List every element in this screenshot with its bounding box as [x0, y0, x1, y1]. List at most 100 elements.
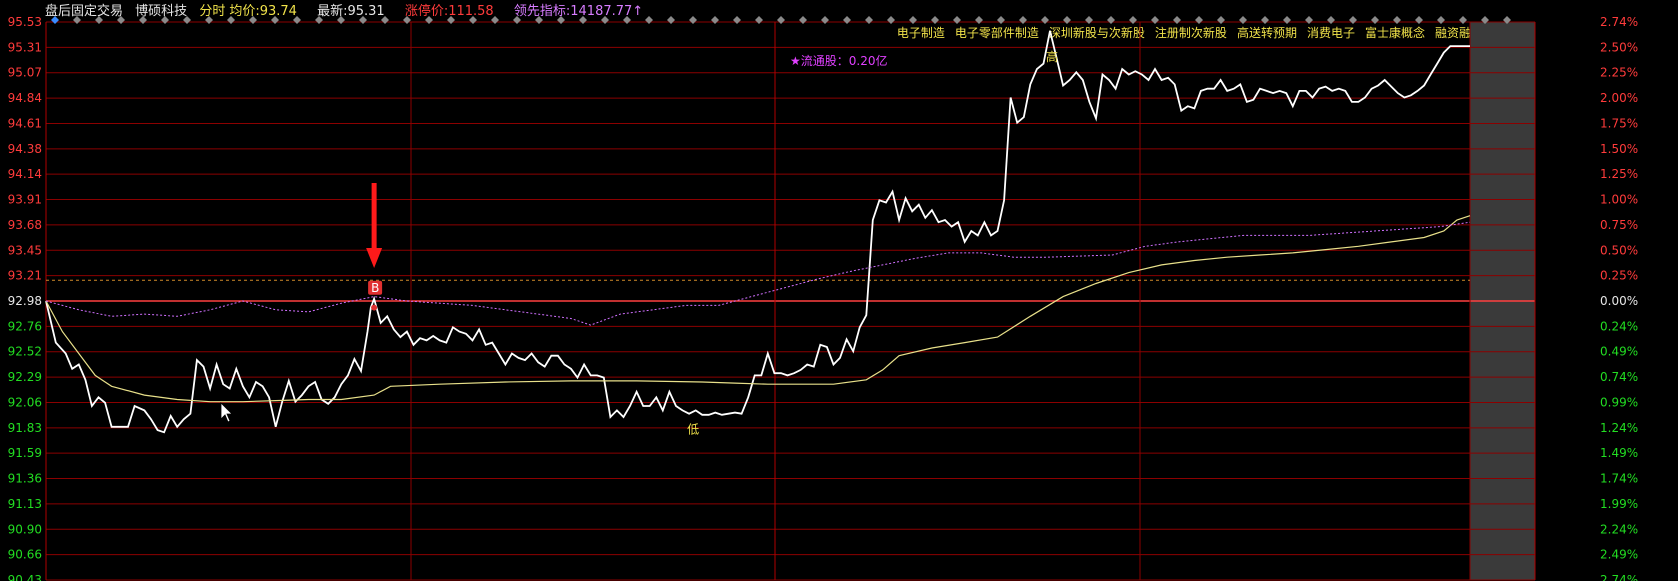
y-tick-left: 95.31 — [8, 40, 42, 54]
y-tick-left: 90.43 — [8, 573, 42, 581]
event-marker-icon — [1195, 16, 1203, 24]
event-marker-icon — [953, 16, 961, 24]
event-marker-icon — [1371, 16, 1379, 24]
event-marker-icon — [315, 16, 323, 24]
intraday-chart[interactable]: 95.53 2.74% 95.31 2.50% 95.07 2.25% 94.84 2.00%… — [0, 0, 1678, 581]
y-tick-right: 2.74% — [1600, 15, 1638, 29]
y-tick-right: 1.50% — [1600, 142, 1638, 156]
event-marker-icon — [1019, 16, 1027, 24]
y-tick-left: 94.14 — [8, 167, 42, 181]
y-tick-right: 0.99% — [1600, 395, 1638, 409]
event-marker-icon — [975, 16, 983, 24]
event-marker-icon — [1063, 16, 1071, 24]
y-tick-left: 92.98 — [8, 294, 42, 308]
event-marker-icon — [293, 16, 301, 24]
event-marker-icon — [843, 16, 851, 24]
y-tick-right: 2.00% — [1600, 91, 1638, 105]
y-tick-left: 92.52 — [8, 345, 42, 359]
y-tick-right: 0.24% — [1600, 319, 1638, 333]
event-marker-icon — [73, 16, 81, 24]
y-tick-left: 93.21 — [8, 269, 42, 283]
mouse-cursor-icon — [220, 402, 233, 423]
event-marker-icon — [931, 16, 939, 24]
y-tick-left: 93.68 — [8, 218, 42, 232]
event-marker-icon — [865, 16, 873, 24]
event-marker-icon — [1327, 16, 1335, 24]
event-marker-icon — [117, 16, 125, 24]
event-marker-icon — [557, 16, 565, 24]
event-marker-icon — [821, 16, 829, 24]
event-marker-icon — [711, 16, 719, 24]
y-tick-right: 2.25% — [1600, 66, 1638, 80]
y-tick-left: 93.91 — [8, 193, 42, 207]
event-marker-icon — [1415, 16, 1423, 24]
event-marker-icon — [425, 16, 433, 24]
event-marker-icon — [161, 16, 169, 24]
y-tick-left: 92.29 — [8, 370, 42, 384]
event-marker-icon — [623, 16, 631, 24]
event-marker-icon — [359, 16, 367, 24]
event-marker-icon — [95, 16, 103, 24]
event-marker-icon — [997, 16, 1005, 24]
y-tick-right: 1.25% — [1600, 167, 1638, 181]
event-marker-icon — [513, 16, 521, 24]
y-tick-right: 0.25% — [1600, 269, 1638, 283]
y-tick-left: 91.83 — [8, 421, 42, 435]
event-marker-icon — [491, 16, 499, 24]
series-price-line — [45, 30, 1470, 434]
event-marker-icon — [645, 16, 653, 24]
y-tick-right: 2.74% — [1600, 573, 1638, 581]
series-avg-line — [45, 215, 1471, 403]
y-tick-right: 1.00% — [1600, 193, 1638, 207]
event-marker-icon — [1151, 16, 1159, 24]
y-tick-left: 90.90 — [8, 522, 42, 536]
event-marker-icon — [469, 16, 477, 24]
event-marker-icon — [1459, 16, 1467, 24]
y-tick-left: 91.59 — [8, 446, 42, 460]
event-marker-icon — [447, 16, 455, 24]
event-marker-icon — [1085, 16, 1093, 24]
y-tick-right: 2.50% — [1600, 40, 1638, 54]
y-tick-right: 0.75% — [1600, 218, 1638, 232]
y-tick-right: 0.50% — [1600, 243, 1638, 257]
y-tick-right: 0.49% — [1600, 345, 1638, 359]
y-tick-right: 1.49% — [1600, 446, 1638, 460]
y-tick-left: 90.66 — [8, 548, 42, 562]
buy-point-dot — [371, 304, 378, 311]
event-marker-icon — [139, 16, 147, 24]
event-marker-icon — [1349, 16, 1357, 24]
y-tick-left: 94.61 — [8, 116, 42, 130]
event-marker-icon — [1283, 16, 1291, 24]
y-tick-left: 91.36 — [8, 472, 42, 486]
event-marker-icon — [1129, 16, 1137, 24]
event-marker-icon — [733, 16, 741, 24]
y-tick-left: 92.06 — [8, 395, 42, 409]
buy-signal-label: B — [371, 281, 379, 295]
event-marker-icon — [403, 16, 411, 24]
y-tick-right: 1.99% — [1600, 497, 1638, 511]
event-marker-icon — [1041, 16, 1049, 24]
event-marker-icon — [909, 16, 917, 24]
y-tick-left: 94.38 — [8, 142, 42, 156]
event-marker-icon — [205, 16, 213, 24]
y-tick-right: 2.24% — [1600, 522, 1638, 536]
event-marker-icon — [667, 16, 675, 24]
y-tick-right: 0.74% — [1600, 370, 1638, 384]
event-marker-icon — [1239, 16, 1247, 24]
event-marker-icon — [227, 16, 235, 24]
event-marker-icon — [887, 16, 895, 24]
event-marker-icon — [1393, 16, 1401, 24]
y-tick-left: 95.53 — [8, 15, 42, 29]
event-marker-icon — [777, 16, 785, 24]
event-marker-icon — [755, 16, 763, 24]
event-marker-icon — [1217, 16, 1225, 24]
event-marker-icon — [381, 16, 389, 24]
event-marker-icon — [535, 16, 543, 24]
y-tick-right: 1.74% — [1600, 472, 1638, 486]
y-tick-right: 2.49% — [1600, 548, 1638, 562]
y-tick-right: 1.75% — [1600, 116, 1638, 130]
event-marker-icon — [799, 16, 807, 24]
y-tick-left: 94.84 — [8, 91, 42, 105]
event-marker-icon — [601, 16, 609, 24]
event-marker-icon — [1305, 16, 1313, 24]
